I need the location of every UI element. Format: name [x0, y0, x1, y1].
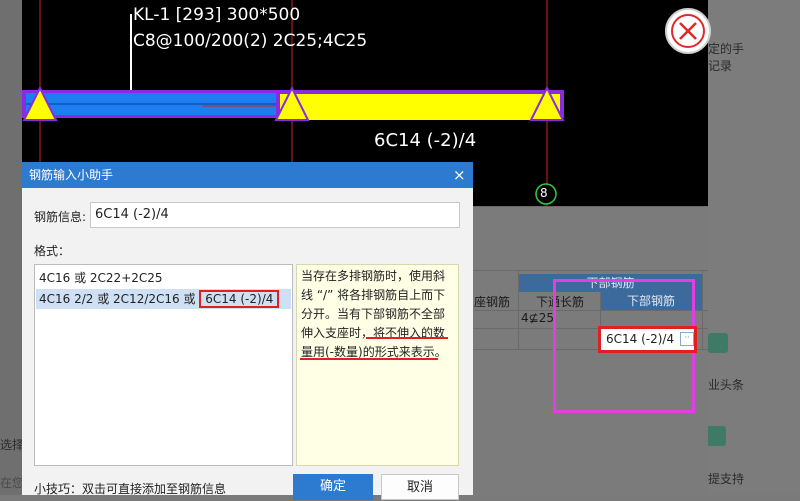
cancel-button[interactable]: 取消: [381, 474, 459, 500]
rebar-info-label: 钢筋信息:: [34, 210, 87, 224]
format-item-highlight: 6C14 (-2)/4: [199, 290, 280, 308]
table-cell-through-rebar[interactable]: 4⊈25: [521, 311, 554, 325]
rebar-input-dialog: 钢筋输入小助手 × 钢筋信息: 6C14 (-2)/4 格式： 4C16 或 2…: [22, 162, 473, 500]
hint-line: 当存在多排钢筋时，使用斜: [301, 269, 446, 283]
axis-number: 8: [540, 186, 548, 200]
hint-line: 线 “/” 将各排钢筋自上而下: [301, 288, 446, 302]
close-button[interactable]: [665, 8, 711, 54]
right-panel-text-3: 业头条: [708, 378, 745, 392]
format-item-text: 4C16 或 2C22+2C25: [39, 271, 163, 285]
format-item-text: 4C16 2/2 或 2C12/2C16 或: [39, 292, 200, 306]
dialog-title-bar[interactable]: 钢筋输入小助手 ×: [22, 162, 473, 188]
hint-underline-2: [300, 358, 438, 360]
beam-label-line2: C8@100/200(2) 2C25;4C25: [133, 31, 368, 51]
format-list[interactable]: 4C16 或 2C22+2C25 4C16 2/2 或 2C12/2C16 或 …: [34, 264, 293, 466]
tip-text: 小技巧：双击可直接添加至钢筋信息: [34, 482, 227, 496]
hint-line: 分开。当有下部钢筋不全部: [301, 307, 446, 321]
annotation-red-box: [598, 326, 697, 353]
format-hint-box: 当存在多排钢筋时，使用斜 线 “/” 将各排钢筋自上而下 分开。当有下部钢筋不全…: [296, 264, 459, 466]
close-icon: [671, 14, 705, 48]
hint-line: 伸入支座时，将不伸入的数: [301, 326, 446, 340]
left-panel-background: [0, 0, 22, 495]
rebar-info-input[interactable]: 6C14 (-2)/4: [90, 202, 460, 228]
right-panel-text-4: 提支持: [708, 472, 745, 486]
right-panel-text-2: 记录: [708, 59, 733, 73]
hint-underline-1: [366, 337, 448, 339]
rebar-annotation: 6C14 (-2)/4: [374, 130, 477, 151]
right-panel-background: [708, 0, 800, 495]
left-panel-text-2: 在您: [0, 476, 25, 490]
right-panel-text-1: 定的手: [708, 42, 745, 56]
document-icon[interactable]: [708, 333, 728, 353]
dialog-close-icon[interactable]: ×: [453, 162, 466, 188]
ok-button[interactable]: 确定: [293, 474, 373, 500]
format-list-item-selected[interactable]: 4C16 2/2 或 2C12/2C16 或 6C14 (-2)/4: [36, 289, 291, 309]
table-header-seat-rebar: 座钢筋: [474, 295, 511, 309]
format-list-item[interactable]: 4C16 或 2C22+2C25: [36, 268, 291, 288]
dialog-title: 钢筋输入小助手: [29, 168, 114, 182]
support-icon[interactable]: [706, 426, 726, 446]
beam-label-line1: KL-1 [293] 300*500: [133, 5, 301, 25]
format-label: 格式：: [34, 244, 71, 258]
